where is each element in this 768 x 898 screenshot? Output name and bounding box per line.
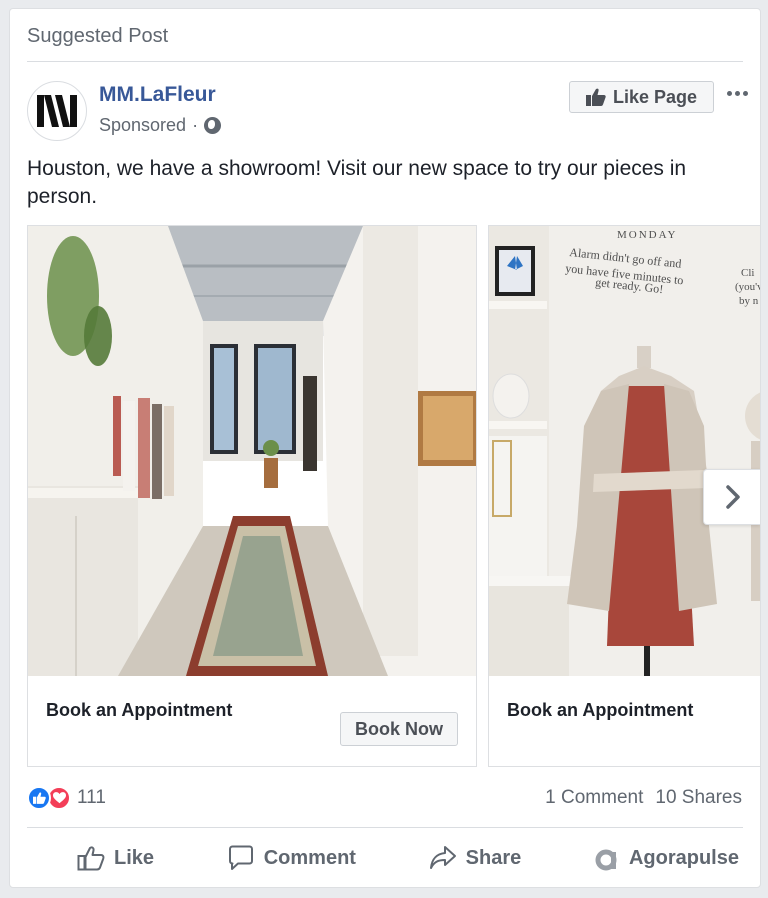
page-avatar[interactable] bbox=[27, 81, 87, 141]
card-1-title[interactable]: Book an Appointment bbox=[46, 700, 232, 721]
wall-text-right-2: (you've bbox=[735, 281, 761, 293]
agorapulse-action-button[interactable]: Agorapulse bbox=[594, 845, 739, 871]
like-reaction-icon bbox=[27, 786, 51, 810]
action-bar: Like Comment Share Agorapulse bbox=[27, 835, 743, 881]
wall-text-heading: MONDAY bbox=[617, 229, 678, 241]
carousel-card-1[interactable]: Book an Appointment Book Now bbox=[27, 225, 477, 767]
thumbs-up-icon bbox=[77, 846, 105, 871]
header-divider bbox=[27, 61, 743, 62]
like-action-label: Like bbox=[114, 846, 155, 869]
comment-action-button[interactable]: Comment bbox=[227, 845, 356, 871]
like-action-button[interactable]: Like bbox=[77, 845, 154, 871]
comment-count-link[interactable]: 1 Comment bbox=[545, 787, 643, 809]
agorapulse-action-label: Agorapulse bbox=[628, 846, 739, 869]
sponsored-label-row: Sponsored · bbox=[99, 115, 222, 136]
comment-icon bbox=[228, 845, 253, 870]
share-action-button[interactable]: Share bbox=[429, 845, 522, 871]
share-action-label: Share bbox=[465, 846, 522, 869]
share-icon bbox=[429, 846, 456, 869]
carousel-next-button[interactable] bbox=[703, 469, 760, 525]
mannequin-image[interactable]: MONDAY Alarm didn't go off and you have … bbox=[489, 226, 761, 676]
wall-text-right-3: by n bbox=[739, 295, 759, 307]
mannequin-illustration: MONDAY Alarm didn't go off and you have … bbox=[489, 226, 761, 676]
post-text: Houston, we have a showroom! Visit our n… bbox=[27, 157, 687, 208]
share-count-link[interactable]: 10 Shares bbox=[655, 787, 742, 809]
reaction-count: 111 bbox=[77, 787, 106, 808]
showroom-hallway-illustration bbox=[28, 226, 476, 676]
more-icon[interactable] bbox=[723, 81, 751, 105]
suggested-post-label: Suggested Post bbox=[27, 25, 169, 47]
like-page-button[interactable]: Like Page bbox=[569, 81, 714, 113]
sponsored-label: Sponsored bbox=[99, 115, 187, 135]
book-now-button[interactable]: Book Now bbox=[340, 712, 458, 746]
card-2-title[interactable]: Book an Appointment bbox=[507, 700, 693, 721]
engagement-stats: 1 Comment 10 Shares bbox=[545, 787, 742, 809]
like-page-label: Like Page bbox=[612, 86, 698, 107]
suggested-post-card: Suggested Post MM.LaFleur Sponsored · Li… bbox=[9, 8, 761, 888]
actions-divider bbox=[27, 827, 743, 828]
thumbs-up-icon bbox=[585, 88, 606, 106]
separator-dot: · bbox=[192, 115, 199, 135]
reactions-summary[interactable]: 111 bbox=[27, 786, 106, 810]
chevron-right-icon bbox=[725, 485, 740, 509]
page-name-link[interactable]: MM.LaFleur bbox=[99, 83, 216, 107]
globe-icon[interactable] bbox=[204, 117, 222, 134]
comment-action-label: Comment bbox=[263, 846, 356, 869]
mm-lafleur-logo bbox=[37, 95, 77, 127]
showroom-hallway-image[interactable] bbox=[28, 226, 476, 676]
wall-text-right-1: Cli bbox=[741, 267, 754, 279]
carousel[interactable]: Book an Appointment Book Now MONDAY Alar… bbox=[10, 225, 761, 769]
agorapulse-icon bbox=[595, 849, 617, 871]
